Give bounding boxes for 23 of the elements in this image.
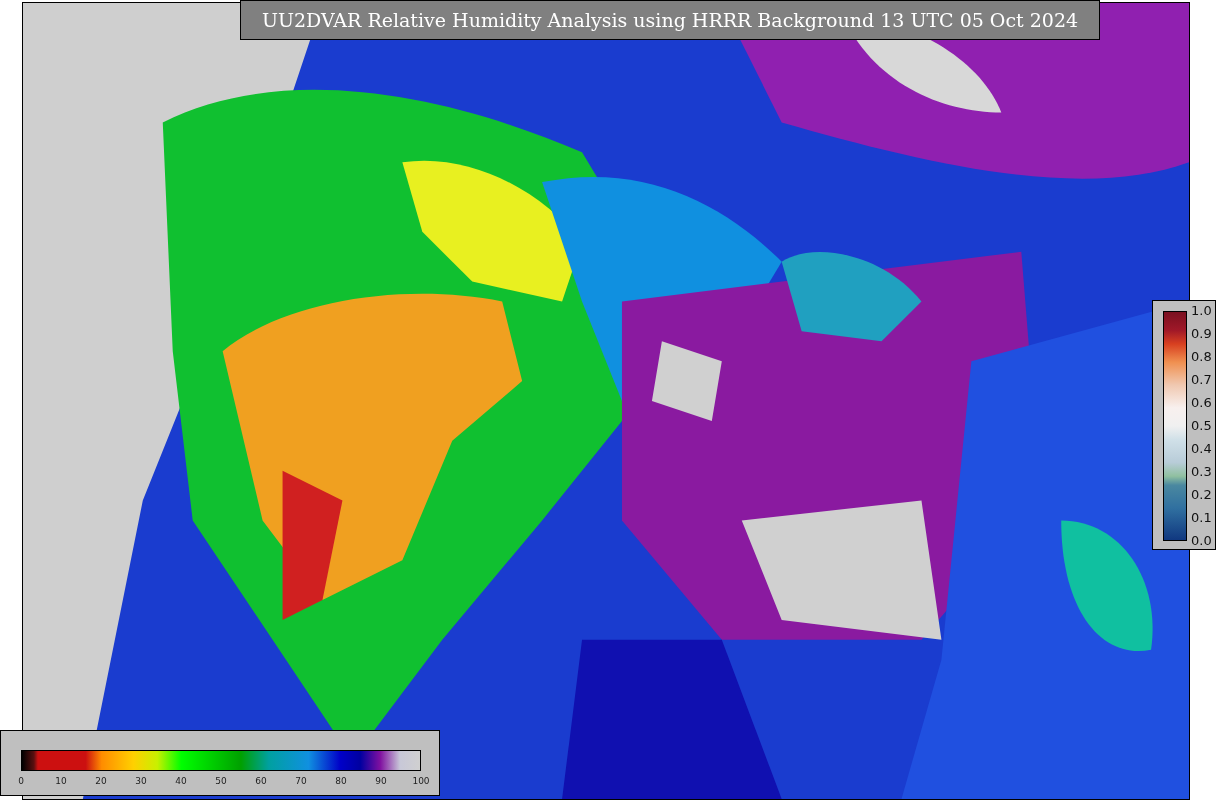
colorbar-tick-label: 10 xyxy=(55,775,67,788)
colorbar-tick-label: 0.0 xyxy=(1191,534,1212,548)
colorbar-tick-label: 50 xyxy=(215,775,227,788)
colorbar-tick-label: 0.6 xyxy=(1191,396,1212,410)
colorbar-tick-label: 20 xyxy=(95,775,107,788)
colorbar-tick-label: 0.4 xyxy=(1191,442,1212,456)
colorbar-tick-label: 0.8 xyxy=(1191,350,1212,364)
colorbar-tick-label: 0.2 xyxy=(1191,488,1212,502)
colorbar-tick-label: 60 xyxy=(255,775,267,788)
colorbar-tick-label: 30 xyxy=(135,775,147,788)
colorbar-tick-label: 100 xyxy=(412,775,430,788)
colorbar-tick-label: 0.3 xyxy=(1191,465,1212,479)
chart-title: UU2DVAR Relative Humidity Analysis using HRRR Background 13 UTC 05 Oct 2024 xyxy=(240,0,1100,40)
colorbar-tick-label: 0.5 xyxy=(1191,419,1212,433)
colorbar-tick-label: 40 xyxy=(175,775,187,788)
colorbar-tick-label: 0.7 xyxy=(1191,373,1212,387)
colorbar-tick-label: 0 xyxy=(18,775,24,788)
colorbar-tick-label: 0.1 xyxy=(1191,511,1212,525)
colorbar-tick-label: 90 xyxy=(375,775,387,788)
colorbar-tick-label: 0.9 xyxy=(1191,327,1212,341)
colorbar-tick-label: 1.0 xyxy=(1191,304,1212,318)
colorbar-tick-label: 70 xyxy=(295,775,307,788)
colorbar-tick-label: 80 xyxy=(335,775,347,788)
